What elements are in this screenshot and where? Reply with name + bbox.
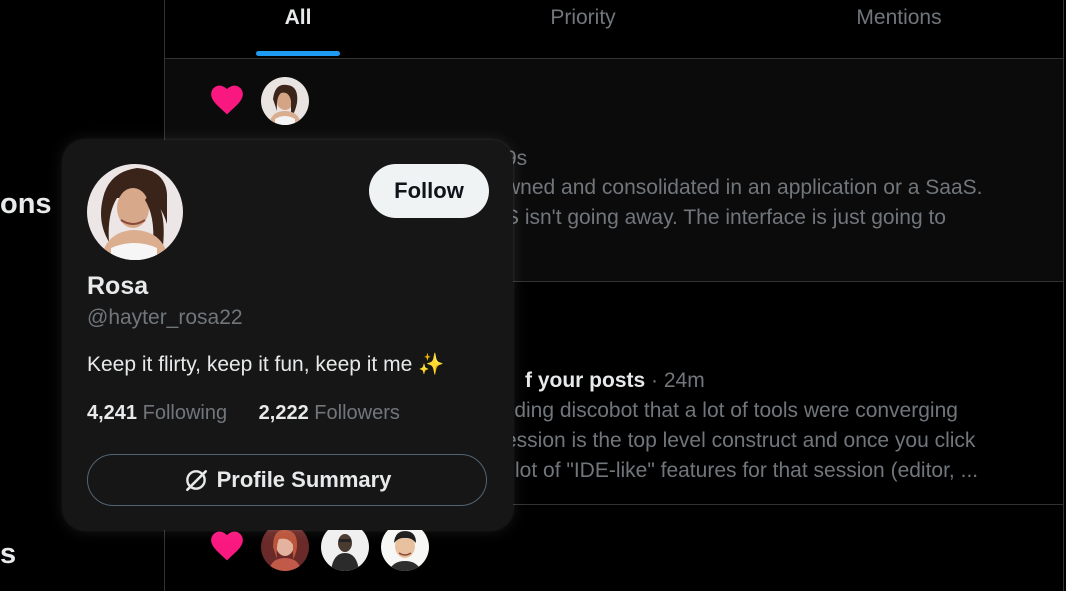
profile-avatar[interactable]: [87, 164, 183, 260]
profile-bio: Keep it flirty, keep it fun, keep it me …: [87, 353, 445, 376]
avatar[interactable]: [321, 523, 369, 571]
notification-text-line: ilding discobot that a lot of tools were…: [505, 399, 958, 422]
avatar[interactable]: [261, 77, 309, 125]
notification-text-line: ession is the top level construct and on…: [505, 429, 976, 452]
notifications-tabs: All Priority Mentions: [165, 0, 1063, 59]
heart-icon: [211, 531, 243, 561]
following-count: 4,241: [87, 402, 138, 424]
separator-dot: ·: [645, 369, 664, 392]
sidebar-item-fragment[interactable]: s: [0, 538, 16, 571]
profile-name[interactable]: Rosa: [87, 272, 148, 301]
tab-mentions[interactable]: Mentions: [735, 0, 1063, 58]
notification-title: f your posts · 24m: [525, 369, 705, 393]
profile-summary-button[interactable]: Profile Summary: [87, 454, 487, 506]
followers-link[interactable]: 2,222 Followers: [259, 402, 400, 425]
profile-handle[interactable]: @hayter_rosa22: [87, 306, 243, 330]
avatar[interactable]: [261, 523, 309, 571]
notification-text-line: lot of "IDE-like" features for that sess…: [515, 459, 979, 482]
following-link[interactable]: 4,241 Following: [87, 402, 227, 425]
profile-summary-label: Profile Summary: [216, 467, 392, 492]
notification-text-line: S isn't going away. The interface is jus…: [505, 206, 946, 229]
heart-icon: [211, 85, 243, 115]
grok-slash-icon: [185, 470, 207, 492]
profile-hovercard: Follow Rosa @hayter_rosa22 Keep it flirt…: [63, 140, 513, 530]
profile-stats: 4,241 Following 2,222 Followers: [87, 402, 426, 425]
follow-button[interactable]: Follow: [369, 164, 489, 218]
active-tab-indicator: [256, 51, 340, 56]
notification-title-text: f your posts: [525, 369, 646, 392]
followers-label: Followers: [314, 402, 400, 424]
following-label: Following: [142, 402, 228, 424]
sidebar-item-notifications-fragment[interactable]: ons: [0, 188, 52, 221]
followers-count: 2,222: [258, 402, 309, 424]
avatar[interactable]: [381, 523, 429, 571]
notification-time: 24m: [663, 369, 705, 392]
tab-priority[interactable]: Priority: [431, 0, 735, 58]
notification-text-line: wned and consolidated in an application …: [505, 176, 983, 199]
notifications-page: ons s All Priority Mentions 9s wned and …: [0, 0, 1066, 591]
tab-all[interactable]: All: [165, 0, 431, 58]
